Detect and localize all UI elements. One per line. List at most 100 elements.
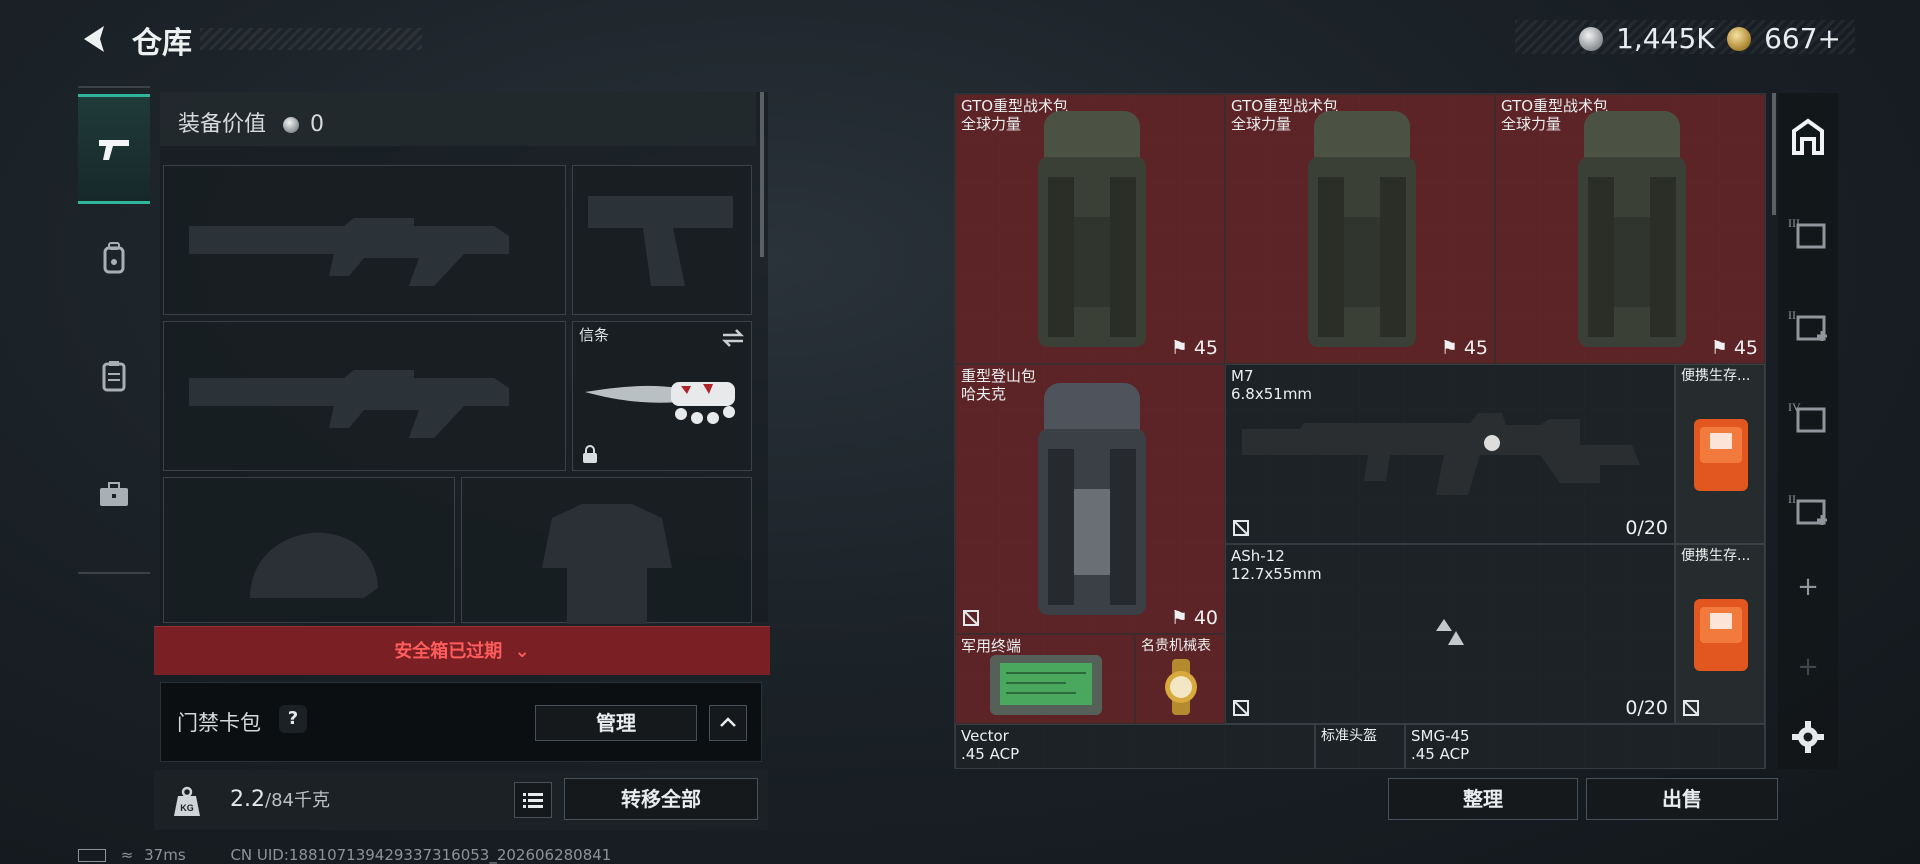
item-name: Vector .45 ACP [961, 727, 1020, 763]
warehouse-tab-rail: III II IV II + + [1778, 93, 1838, 769]
settings-button[interactable] [1778, 693, 1838, 781]
weight-current: 2.2 [230, 787, 265, 812]
manage-button[interactable]: 管理 [535, 705, 697, 741]
safebox-expired-text: 安全箱已过期 [394, 641, 503, 662]
pistol-silhouette-icon [588, 196, 733, 286]
item-capacity: ⚑ 45 [1440, 337, 1488, 359]
help-icon[interactable]: ? [279, 705, 307, 733]
svg-text:II: II [1788, 492, 1796, 506]
melee-slot[interactable]: 信条 [572, 321, 752, 471]
currency-bar: 1,445K 667+ [1515, 20, 1855, 55]
transfer-all-button[interactable]: 转移全部 [564, 778, 758, 820]
item-capacity: ⚑ 45 [1170, 337, 1218, 359]
rifle-silhouette-icon [189, 370, 509, 438]
tab-storage-3[interactable]: III [1778, 189, 1838, 277]
vest-icon [102, 361, 126, 392]
weight-icon-text: KG [180, 803, 194, 813]
tab-storage-4[interactable]: IV [1778, 373, 1838, 461]
back-button[interactable] [78, 22, 112, 56]
inventory-item[interactable]: 重型登山包 哈夫克 ⚑ 40 [955, 364, 1225, 634]
storage-home-icon [1792, 118, 1824, 155]
backpack-icon [1578, 111, 1686, 347]
item-name: SMG-45 .45 ACP [1411, 727, 1470, 763]
page-title: 仓库 [132, 26, 192, 61]
item-name: 便携生存... [1681, 368, 1751, 384]
carry-weight-bar: KG 2.2/84千克 转移全部 [154, 770, 768, 830]
silver-coin-icon [1579, 26, 1603, 51]
helmet-silhouette-icon [250, 532, 378, 598]
tab-vest[interactable] [78, 324, 150, 428]
storage-tab-2-icon: II [1788, 308, 1827, 341]
tab-storage-2b[interactable]: II [1778, 465, 1838, 553]
storage-tab-3-icon: III [1788, 216, 1826, 249]
inventory-item[interactable]: Vector .45 ACP [955, 724, 1315, 769]
safebox-expired-banner[interactable]: 安全箱已过期 ⌄ [154, 626, 770, 675]
loadout-scrollbar[interactable] [760, 92, 764, 257]
item-name: ASh-12 12.7x55mm [1231, 547, 1322, 583]
survival-kit-icon [1694, 599, 1748, 671]
backpack-icon [103, 242, 125, 274]
item-capacity: ⚑ 40 [1170, 607, 1218, 629]
inventory-item[interactable]: GTO重型战术包 全球力量 ⚑ 45 [955, 94, 1225, 364]
tab-case[interactable] [78, 442, 150, 546]
warehouse-scrollbar[interactable] [1772, 93, 1776, 215]
sort-button[interactable]: 整理 [1388, 778, 1578, 820]
equipment-value-label: 装备价值 [178, 112, 267, 137]
equipment-value-amount: 0 [310, 112, 325, 137]
knife-icon [585, 382, 735, 424]
silver-currency[interactable]: 1,445K [1579, 22, 1715, 55]
inventory-item[interactable]: 名贵机械表 [1135, 634, 1225, 724]
sell-button[interactable]: 出售 [1586, 778, 1778, 820]
title-decoration [200, 28, 422, 50]
no-carry-icon [1233, 700, 1249, 716]
tab-storage-2[interactable]: II [1778, 281, 1838, 369]
tab-backpack[interactable] [78, 206, 150, 310]
tab-storage-home[interactable] [1778, 93, 1838, 181]
watch-icon [1165, 659, 1197, 715]
inventory-item[interactable]: 便携生存... [1675, 364, 1765, 544]
list-view-button[interactable] [514, 782, 552, 818]
inventory-item[interactable]: GTO重型战术包 全球力量 ⚑ 45 [1225, 94, 1495, 364]
item-capacity: ⚑ 45 [1710, 337, 1758, 359]
item-name: 名贵机械表 [1141, 638, 1211, 654]
backpack-icon [1038, 111, 1146, 347]
settings-icon [1792, 721, 1824, 753]
primary-weapon-slot[interactable] [163, 165, 566, 315]
silver-currency-value: 1,445K [1616, 22, 1715, 55]
backpack-icon [1038, 383, 1146, 615]
terminal-icon [990, 655, 1102, 715]
secondary-weapon-slot[interactable] [163, 321, 566, 471]
expand-button[interactable] [709, 705, 747, 741]
chevron-down-icon: ⌄ [514, 641, 530, 662]
gold-currency[interactable]: 667+ [1727, 22, 1841, 55]
inventory-item[interactable]: 便携生存... [1675, 544, 1765, 724]
uid-text: CN UID:188107139429337316053_20260628084… [230, 846, 612, 864]
inventory-item[interactable]: 标准头盔 [1315, 724, 1405, 769]
tab-weapons[interactable] [78, 94, 150, 204]
inventory-item[interactable]: ASh-12 12.7x55mm 0/20 [1225, 544, 1675, 724]
weight-max: /84千克 [265, 790, 330, 811]
swap-icon[interactable] [721, 328, 745, 348]
equipment-value: 装备价值 0 [178, 106, 324, 138]
inventory-item[interactable]: SMG-45 .45 ACP [1405, 724, 1765, 769]
sidearm-slot[interactable] [572, 165, 752, 315]
survival-kit-icon [1694, 419, 1748, 491]
gold-currency-value: 667+ [1764, 22, 1841, 55]
storage-tab-2b-icon: II [1788, 492, 1827, 525]
inventory-item[interactable]: M7 6.8x51mm 0/20 [1225, 364, 1675, 544]
inventory-item[interactable]: 军用终端 [955, 634, 1135, 724]
backpack-icon [1308, 111, 1416, 347]
gold-coin-icon [1727, 26, 1751, 51]
inventory-item[interactable]: GTO重型战术包 全球力量 ⚑ 45 [1495, 94, 1765, 364]
storage-tab-4-icon: IV [1788, 400, 1826, 433]
item-ammo-count: 0/20 [1625, 517, 1668, 539]
item-name: 标准头盔 [1321, 728, 1377, 744]
item-name: 重型登山包 哈夫克 [961, 367, 1037, 403]
ping-value: 37ms [144, 846, 186, 864]
no-carry-icon [963, 610, 979, 626]
helmet-slot[interactable] [163, 477, 455, 623]
add-tab-icon[interactable]: + [1778, 543, 1838, 631]
access-card-label: 门禁卡包 [177, 711, 261, 735]
briefcase-icon [100, 482, 128, 506]
armor-slot[interactable] [461, 477, 752, 624]
